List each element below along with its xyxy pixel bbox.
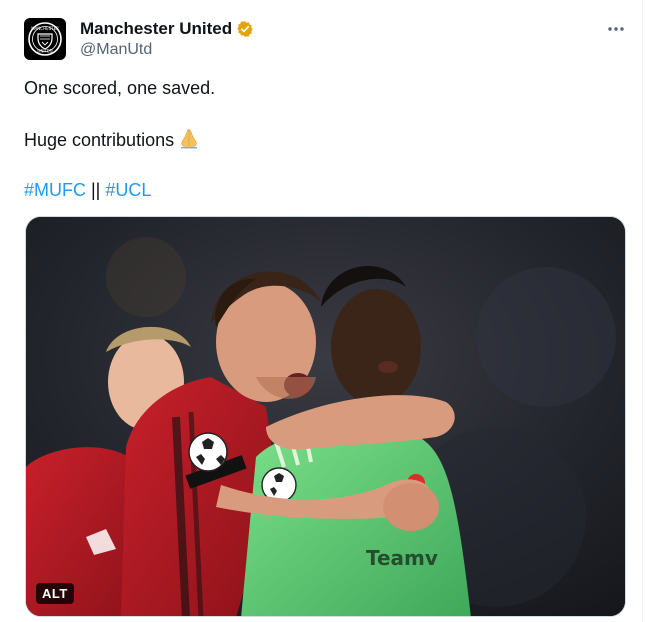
tweet-line-2: Huge contributions <box>24 127 624 151</box>
hashtag-ucl[interactable]: #UCL <box>105 180 151 200</box>
more-options-button[interactable] <box>604 17 628 41</box>
display-name-row: Manchester United <box>80 19 254 39</box>
tweet-text: One scored, one saved. Huge contribution… <box>24 76 624 202</box>
tweet-card: MANCHESTER UNITED Manchester United @Man… <box>0 0 643 622</box>
alt-text-badge[interactable]: ALT <box>36 583 74 604</box>
photo-image: Teamv <box>26 217 625 616</box>
hashtag-separator: || <box>86 180 106 200</box>
avatar[interactable]: MANCHESTER UNITED <box>24 18 66 60</box>
verified-badge-icon <box>237 21 253 37</box>
svg-text:Teamv: Teamv <box>366 546 438 570</box>
display-name[interactable]: Manchester United <box>80 19 232 39</box>
tweet-hashtags: #MUFC || #UCL <box>24 178 624 202</box>
tweet-header: MANCHESTER UNITED Manchester United @Man… <box>24 18 624 62</box>
tweet-media-photo[interactable]: Teamv ALT <box>25 216 626 617</box>
svg-text:UNITED: UNITED <box>37 49 52 54</box>
folded-hands-icon <box>181 129 198 149</box>
tweet-line-2-text: Huge contributions <box>24 130 175 150</box>
manchester-united-crest-icon: MANCHESTER UNITED <box>28 22 62 56</box>
hashtag-mufc[interactable]: #MUFC <box>24 180 86 200</box>
svg-text:MANCHESTER: MANCHESTER <box>31 26 59 31</box>
more-options-icon <box>608 27 624 31</box>
tweet-line-1: One scored, one saved. <box>24 78 216 98</box>
author-handle[interactable]: @ManUtd <box>80 41 254 59</box>
author-names: Manchester United @ManUtd <box>80 19 254 59</box>
